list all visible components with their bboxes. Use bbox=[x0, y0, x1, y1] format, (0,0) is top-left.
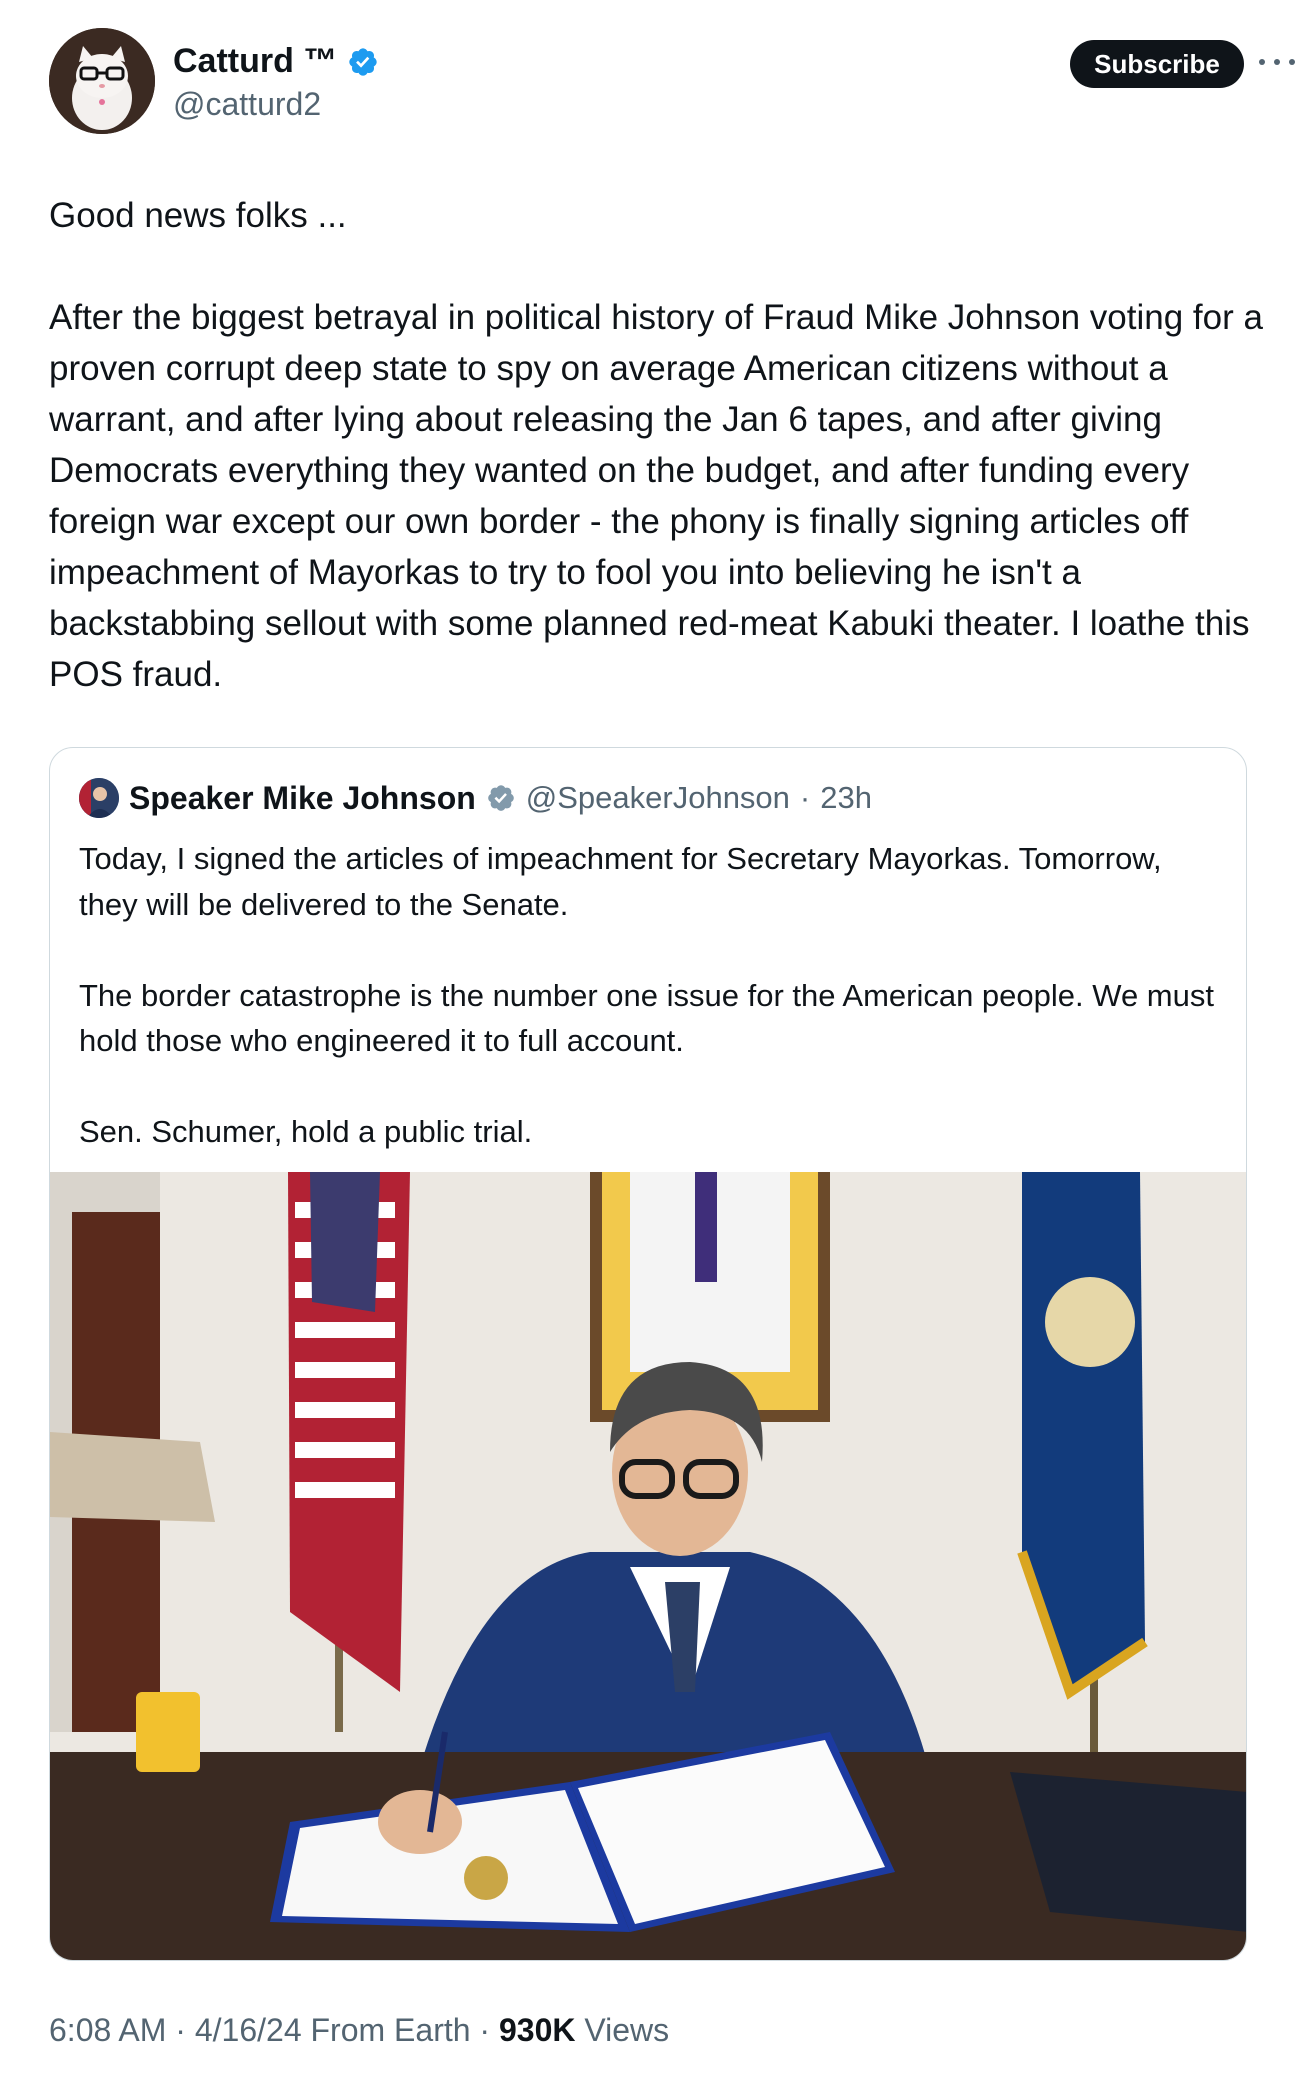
speaker-signing-documents-photo[interactable] bbox=[50, 1172, 1246, 1960]
photo-illustration bbox=[50, 1172, 1246, 1960]
cat-with-glasses-avatar-icon bbox=[49, 28, 155, 134]
tweet-time[interactable]: 6:08 AM bbox=[49, 2012, 166, 2048]
quoted-tweet-header: Speaker Mike Johnson @SpeakerJohnson · 2… bbox=[79, 778, 872, 818]
tweet-source: From Earth bbox=[310, 2012, 471, 2048]
quoted-author-handle: @SpeakerJohnson bbox=[525, 780, 790, 815]
subscribe-button[interactable]: Subscribe bbox=[1070, 40, 1244, 88]
tweet-meta: 6:08 AM · 4/16/24 From Earth · 930K View… bbox=[49, 2012, 669, 2049]
tweet-date[interactable]: 4/16/24 bbox=[195, 2012, 302, 2048]
more-dot bbox=[1259, 59, 1265, 65]
gray-verified-badge-icon bbox=[487, 785, 514, 811]
author-handle[interactable]: @catturd2 bbox=[173, 86, 321, 123]
quoted-tweet-text: Today, I signed the articles of impeachm… bbox=[79, 841, 1214, 1149]
verified-badge-icon[interactable] bbox=[347, 46, 379, 78]
author-avatar[interactable] bbox=[49, 28, 155, 134]
meta-separator: · bbox=[479, 2012, 491, 2048]
speaker-avatar-icon bbox=[79, 778, 119, 818]
quoted-timestamp: 23h bbox=[820, 780, 872, 815]
meta-separator: · bbox=[175, 2012, 186, 2048]
tweet-header: Catturd ™ @catturd2 Subscribe bbox=[49, 28, 1295, 138]
views-count[interactable]: 930K bbox=[499, 2012, 576, 2048]
more-dot bbox=[1289, 59, 1295, 65]
views-label: Views bbox=[584, 2012, 670, 2048]
quoted-author-name: Speaker Mike Johnson bbox=[129, 779, 476, 816]
author-display-name[interactable]: Catturd ™ bbox=[173, 42, 337, 81]
quoted-separator: · bbox=[799, 780, 811, 815]
quoted-author-avatar bbox=[79, 778, 119, 818]
more-dot bbox=[1274, 59, 1280, 65]
quoted-tweet-card[interactable]: Speaker Mike Johnson @SpeakerJohnson · 2… bbox=[49, 747, 1247, 1961]
author-name-row: Catturd ™ bbox=[173, 42, 379, 81]
more-horizontal-icon[interactable] bbox=[1259, 50, 1295, 74]
tweet-text: Good news folks ... After the biggest be… bbox=[49, 196, 1263, 694]
